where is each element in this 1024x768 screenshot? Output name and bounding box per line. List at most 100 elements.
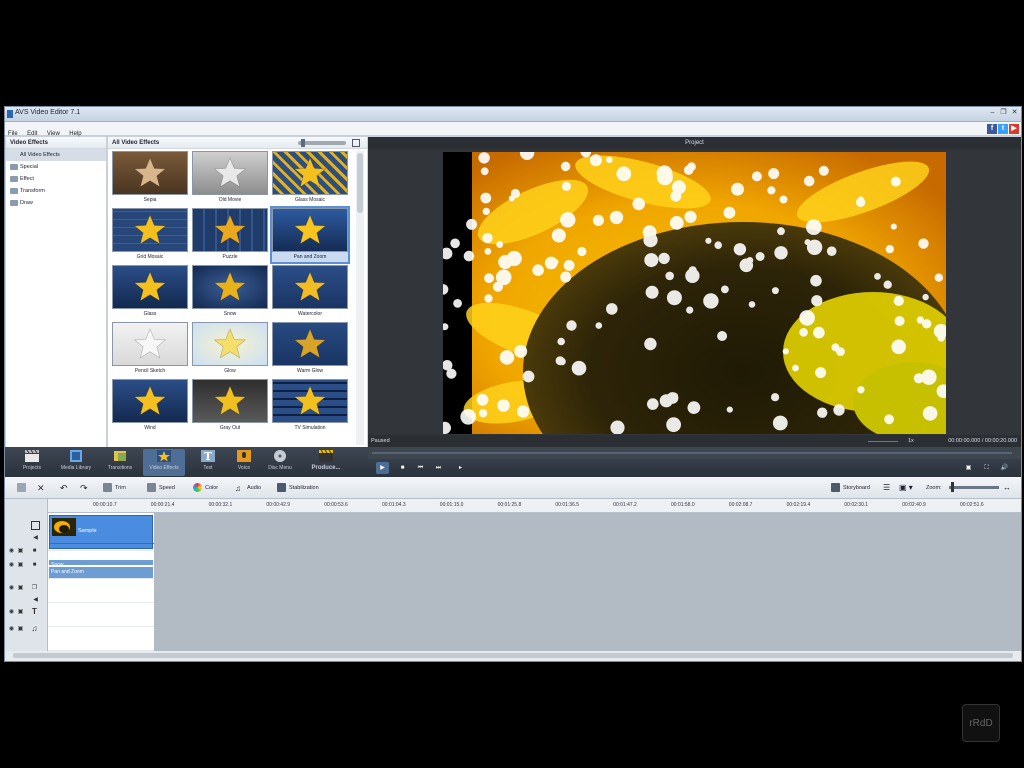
music-lane[interactable] — [48, 627, 154, 651]
video-lane[interactable]: Sample — [48, 513, 154, 551]
audio-speaker-icon: ◀ — [33, 597, 38, 603]
timeline-scrollbar[interactable] — [5, 651, 1021, 661]
effect-tile[interactable]: Glow — [192, 322, 268, 376]
storyboard-toggle-icon[interactable] — [17, 482, 29, 494]
category-effect[interactable]: Effect — [6, 173, 106, 185]
overlay-lane[interactable] — [48, 579, 154, 603]
effect-lane-2[interactable]: Pan and Zoom — [48, 565, 154, 579]
scrollbar-thumb[interactable] — [357, 153, 363, 213]
star-icon — [133, 271, 167, 302]
lock-icon[interactable]: ▣ — [17, 626, 24, 633]
audio-levels-icon[interactable]: ☰ — [883, 482, 890, 494]
effect-tile[interactable]: Grid Mosaic — [112, 208, 188, 262]
scrollbar-thumb[interactable] — [13, 653, 1013, 658]
visibility-eye-icon[interactable]: ◉ — [8, 585, 15, 592]
menu-file[interactable]: File — [5, 128, 20, 137]
view-mode-button[interactable] — [352, 139, 360, 147]
star-icon — [133, 157, 167, 188]
clapperboard-icon — [25, 449, 39, 462]
effect-tile[interactable]: Pencil Sketch — [112, 322, 188, 376]
thumbnail-size-slider[interactable] — [298, 141, 346, 145]
effects-header: All Video Effects — [112, 140, 160, 146]
visibility-eye-icon[interactable]: ◉ — [8, 609, 15, 616]
play-selection-button[interactable]: ▸ — [454, 462, 467, 474]
effect-tile[interactable]: TV Simulation — [272, 379, 348, 433]
effect-tile[interactable]: Warm Glow — [272, 322, 348, 376]
nav-video-effects[interactable]: Video Effects — [143, 449, 185, 476]
effect-tile[interactable]: Glass Mosaic — [272, 151, 348, 205]
previous-frame-button[interactable]: ⏮ — [414, 462, 427, 474]
effect-label: Watercolor — [298, 311, 322, 317]
category-label: Transform — [20, 188, 45, 194]
lock-icon[interactable]: ▣ — [17, 585, 24, 592]
zoom-slider[interactable] — [949, 486, 999, 489]
preview-status-bar: Paused 1x 00:00:00.000 / 00:00:20.000 — [368, 435, 1021, 447]
nav-produce[interactable]: Produce... — [305, 449, 347, 476]
video-clip[interactable]: Sample — [49, 515, 154, 549]
zoom-slider-knob[interactable] — [951, 482, 954, 492]
category-special[interactable]: Special — [6, 161, 106, 173]
delete-icon[interactable]: ✕ — [37, 482, 45, 494]
visibility-eye-icon[interactable]: ◉ — [8, 548, 15, 555]
effects-scrollbar[interactable] — [356, 151, 364, 445]
close-button[interactable]: ✕ — [1010, 108, 1019, 117]
stop-button[interactable]: ■ — [396, 462, 409, 474]
effect-tile[interactable]: Snow — [192, 265, 268, 319]
youtube-icon[interactable]: ▶ — [1009, 124, 1019, 134]
star-icon — [293, 214, 327, 245]
seek-track[interactable] — [372, 452, 1012, 454]
menu-edit[interactable]: Edit — [24, 128, 39, 137]
nav-media-library[interactable]: Media Library — [55, 449, 97, 476]
visibility-eye-icon[interactable]: ◉ — [8, 626, 15, 633]
effect-tile[interactable]: Old Movie — [192, 151, 268, 205]
category-transform[interactable]: Transform — [6, 185, 106, 197]
play-button[interactable]: ▶ — [376, 462, 389, 474]
timeline-ruler[interactable]: 00:00:10.7 00:00:21.4 00:00:32.1 00:00:42.9… — [48, 499, 1021, 513]
effect-tile[interactable]: Glass — [112, 265, 188, 319]
twitter-icon[interactable]: t — [998, 124, 1008, 134]
visibility-eye-icon[interactable]: ◉ — [8, 562, 15, 569]
category-all-video-effects[interactable]: All Video Effects — [6, 149, 106, 161]
effect-tile[interactable]: Watercolor — [272, 265, 348, 319]
redo-icon[interactable]: ↷ — [80, 482, 88, 494]
effect-tile[interactable]: Gray Out — [192, 379, 268, 433]
seek-bar[interactable] — [368, 447, 1021, 459]
next-frame-button[interactable]: ⏭ — [432, 462, 445, 474]
nav-projects[interactable]: Projects — [11, 449, 53, 476]
lock-icon[interactable]: ▣ — [17, 562, 24, 569]
star-icon — [133, 214, 167, 245]
thumbnail-size-knob[interactable] — [301, 139, 305, 147]
nav-disc-menu[interactable]: Disc Menu — [259, 449, 301, 476]
menu-view[interactable]: View — [44, 128, 62, 137]
effect-tile[interactable]: Sepia — [112, 151, 188, 205]
maximize-button[interactable]: ❐ — [999, 108, 1008, 117]
effect-tile[interactable]: Puzzle — [192, 208, 268, 262]
category-draw[interactable]: Draw — [6, 197, 106, 209]
volume-icon[interactable]: 🔊 — [998, 462, 1011, 474]
zoom-fit-icon[interactable]: ↔ — [1003, 482, 1011, 494]
fullscreen-icon[interactable]: ⛶ — [980, 462, 993, 474]
text-lane[interactable] — [48, 603, 154, 627]
storyboard-button[interactable]: Storyboard — [831, 482, 870, 494]
undo-icon[interactable]: ↶ — [60, 482, 68, 494]
snapshot-icon[interactable]: ▣ — [962, 462, 975, 474]
trim-button[interactable]: Trim — [103, 482, 126, 494]
color-button[interactable]: Color — [193, 482, 218, 494]
menu-help[interactable]: Help — [66, 128, 83, 137]
nav-label: Produce... — [311, 465, 341, 471]
stabilization-button[interactable]: Stabilization — [277, 482, 319, 494]
aspect-ratio-icon[interactable]: ▣ ▾ — [899, 482, 913, 494]
minimize-button[interactable]: – — [988, 108, 997, 117]
effect-thumbnail — [272, 379, 348, 423]
speed-button[interactable]: Speed — [147, 482, 175, 494]
lock-icon[interactable]: ▣ — [17, 548, 24, 555]
effect-thumbnail — [192, 151, 268, 195]
effect-clip-pan-and-zoom[interactable]: Pan and Zoom — [49, 567, 153, 578]
lock-icon[interactable]: ▣ — [17, 609, 24, 616]
effect-tile[interactable]: Wind — [112, 379, 188, 433]
nav-transitions[interactable]: Transitions — [99, 449, 141, 476]
audio-button[interactable]: ♫ Audio — [235, 482, 261, 494]
facebook-icon[interactable]: f — [987, 124, 997, 134]
speed-slider[interactable] — [868, 441, 898, 442]
effect-tile[interactable]: Pan and Zoom — [270, 206, 350, 264]
